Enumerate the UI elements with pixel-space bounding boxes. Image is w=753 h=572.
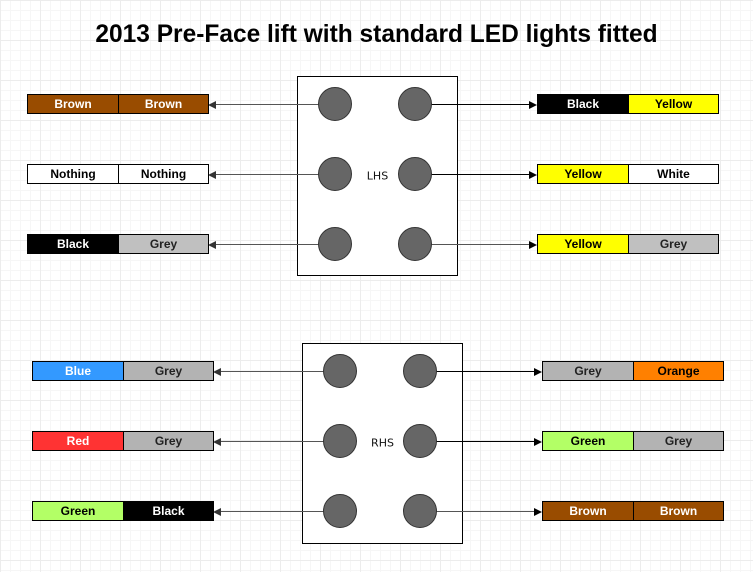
wire-color-cell: Yellow [628,95,718,113]
wire-color-cell: Black [123,502,213,520]
wire-color-cell: Grey [123,432,213,450]
arrow-head-icon [213,367,221,376]
wire-line [216,441,340,442]
wire-color-cell: Red [33,432,123,450]
connector-pin [398,87,432,121]
arrow-head-icon [534,507,542,516]
wire-line [420,441,534,442]
wire-color-pair: Brown Brown [27,94,209,114]
wire-color-pair: Brown Brown [542,501,724,521]
wire-line [420,371,534,372]
wire-color-cell: Nothing [28,165,118,183]
arrow-head-icon [534,367,542,376]
wire-color-cell: Brown [633,502,723,520]
wire-color-cell: White [628,165,718,183]
connector-pin [323,494,357,528]
wire-color-cell: Orange [633,362,723,380]
connector-pin [398,157,432,191]
wire-color-pair: Red Grey [32,431,214,451]
connector-pin [398,227,432,261]
wire-color-cell: Green [543,432,633,450]
wire-line [211,174,335,175]
connector-pin [403,494,437,528]
wire-color-cell: Grey [628,235,718,253]
arrow-head-icon [529,100,537,109]
wire-line [415,104,529,105]
wire-color-cell: Blue [33,362,123,380]
wire-color-cell: Yellow [538,165,628,183]
arrow-head-icon [208,170,216,179]
wire-color-pair: Green Grey [542,431,724,451]
connector-pin [318,227,352,261]
wire-color-cell: Grey [118,235,208,253]
wire-color-pair: Green Black [32,501,214,521]
arrow-head-icon [208,240,216,249]
arrow-head-icon [213,507,221,516]
wire-color-cell: Grey [543,362,633,380]
wire-color-pair: Black Grey [27,234,209,254]
wire-color-cell: Black [28,235,118,253]
diagram-title: 2013 Pre-Face lift with standard LED lig… [95,20,658,48]
connector-label: RHS [371,436,394,450]
wire-color-pair: Nothing Nothing [27,164,209,184]
arrow-head-icon [213,437,221,446]
wire-line [216,511,340,512]
wire-color-pair: Yellow White [537,164,719,184]
arrow-head-icon [529,170,537,179]
wire-line [211,104,335,105]
connector-pin [403,354,437,388]
wire-color-pair: Blue Grey [32,361,214,381]
wire-color-cell: Black [538,95,628,113]
arrow-head-icon [529,240,537,249]
connector-pin [318,87,352,121]
wire-color-pair: Black Yellow [537,94,719,114]
wire-color-cell: Brown [118,95,208,113]
wire-color-cell: Grey [123,362,213,380]
wire-color-cell: Yellow [538,235,628,253]
wire-color-pair: Yellow Grey [537,234,719,254]
wire-color-cell: Grey [633,432,723,450]
arrow-head-icon [208,100,216,109]
connector-pin [323,354,357,388]
wire-line [415,174,529,175]
wire-line [211,244,335,245]
arrow-head-icon [534,437,542,446]
connector-pin [323,424,357,458]
wire-color-cell: Brown [543,502,633,520]
wire-line [216,371,340,372]
connector-pin [403,424,437,458]
wire-color-cell: Brown [28,95,118,113]
wire-color-pair: Grey Orange [542,361,724,381]
connector-label: LHS [366,169,389,183]
wire-color-cell: Nothing [118,165,208,183]
wire-line [420,511,534,512]
connector-pin [318,157,352,191]
wire-color-cell: Green [33,502,123,520]
wire-line [415,244,529,245]
